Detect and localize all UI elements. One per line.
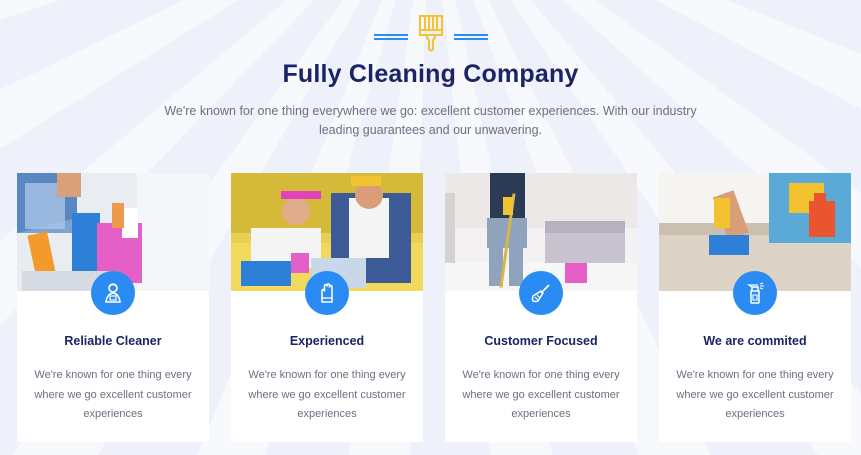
broom-icon [531, 284, 550, 303]
card-title: Reliable Cleaner [64, 334, 162, 348]
card-badge [305, 271, 349, 315]
cleaner-person-icon [105, 283, 121, 303]
card-title: We are commited [703, 334, 807, 348]
section-subtitle: We're known for one thing everywhere we … [164, 104, 697, 137]
card-title: Customer Focused [484, 334, 598, 348]
card-badge [91, 271, 135, 315]
feature-card-reliable-cleaner[interactable]: Reliable Cleaner We're known for one thi… [17, 173, 209, 442]
card-text: We're known for one thing every where we… [462, 369, 620, 420]
feature-card-we-are-commited[interactable]: We are commited We're known for one thin… [659, 173, 851, 442]
glove-hand-icon [321, 283, 333, 303]
feature-cards: Reliable Cleaner We're known for one thi… [17, 173, 851, 443]
card-text: We're known for one thing every where we… [676, 369, 834, 420]
card-badge [733, 271, 777, 315]
card-badge [519, 271, 563, 315]
section-header: Fully Cleaning Company We're known for o… [0, 14, 861, 140]
card-text: We're known for one thing every where we… [248, 369, 406, 420]
section-title: Fully Cleaning Company [282, 60, 579, 88]
brush-icon [418, 15, 443, 52]
header-ornament [371, 14, 491, 58]
spray-bottle-icon [746, 282, 764, 304]
card-text: We're known for one thing every where we… [34, 369, 192, 420]
feature-card-experienced[interactable]: Experienced We're known for one thing ev… [231, 173, 423, 442]
ornament-line-right [453, 34, 488, 40]
feature-card-customer-focused[interactable]: Customer Focused We're known for one thi… [445, 173, 637, 442]
ornament-line-left [373, 34, 408, 40]
card-title: Experienced [289, 334, 365, 348]
